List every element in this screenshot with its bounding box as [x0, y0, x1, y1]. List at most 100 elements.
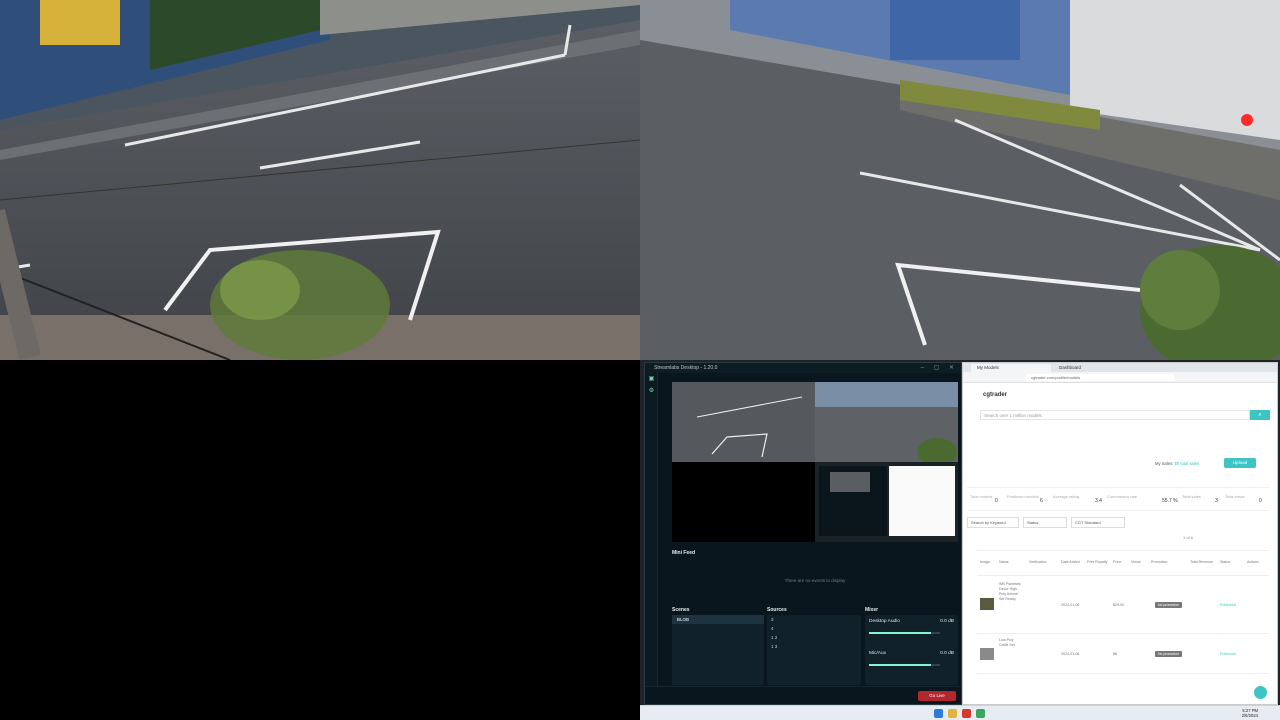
column-header[interactable]: Status	[1220, 560, 1230, 564]
column-header[interactable]: Promotion	[1151, 560, 1167, 564]
filters-row: Search by Keyword Status CGT Standard	[967, 517, 1267, 528]
volume-slider[interactable]	[869, 632, 940, 634]
browser-window: My Models Dashboard cgtrader.com/profile…	[962, 362, 1278, 705]
streamlabs-sidebar: ▣ ⚙	[645, 373, 658, 704]
mini-feed-empty: There are no events to display	[784, 578, 846, 583]
model-price: $8	[1113, 652, 1117, 656]
source-item[interactable]: 1 2	[767, 633, 861, 642]
license-filter-select[interactable]: CGT Standard	[1071, 517, 1125, 528]
mini-feed-title: Mini Feed	[672, 550, 696, 556]
promotion-badge[interactable]: No promotion	[1155, 651, 1183, 657]
status-filter-select[interactable]: Status	[1023, 517, 1067, 528]
sales-link[interactable]: $0 total sales	[1175, 461, 1200, 466]
column-header[interactable]: Date Added	[1061, 560, 1080, 564]
mixer-panel: Mixer Desktop Audio 0.0 dB Mic/Aux 0.0 d…	[865, 606, 958, 686]
model-status: Published	[1220, 603, 1236, 607]
model-name[interactable]: WB Planetary Decor High Poly Animal Set …	[999, 582, 1021, 602]
column-header[interactable]: Total Revenue	[1190, 560, 1213, 564]
browser-icon[interactable]	[962, 709, 971, 718]
promotion-badge[interactable]: No promotion	[1155, 602, 1183, 608]
settings-icon[interactable]: ⚙	[645, 385, 658, 397]
stats-bar: Total models 0 Published models 6 Averag…	[967, 487, 1269, 511]
model-thumbnail[interactable]	[980, 648, 994, 660]
window-controls[interactable]: – ▢ ✕	[921, 363, 958, 373]
stat-label: Average rating	[1053, 494, 1079, 499]
model-thumbnail[interactable]	[980, 598, 994, 610]
site-logo[interactable]: cgtrader	[983, 392, 1007, 398]
browser-tabs: My Models Dashboard	[963, 363, 1277, 372]
camera-feed-1	[0, 0, 640, 360]
url-field[interactable]: cgtrader.com/profile/models	[1025, 374, 1175, 381]
mixer-channel-db: 0.0 dB	[940, 619, 954, 624]
models-table-header: Image Name Verification Date Added Free …	[977, 550, 1269, 576]
stat-value: 6	[1040, 498, 1043, 504]
sources-title: Sources	[767, 607, 787, 613]
empty-feed	[0, 360, 640, 720]
clock-date: 2/6/2024	[1241, 713, 1258, 718]
search-input[interactable]: Search over 1 million models	[980, 410, 1250, 420]
scenes-panel: Scenes BLOB	[672, 606, 764, 686]
search-icon: ⌕	[1258, 412, 1262, 418]
sales-summary: My Sales: $0 total sales	[1155, 461, 1199, 466]
stat-value: 3.4	[1095, 498, 1102, 504]
stat-label: Total views	[1225, 494, 1245, 499]
stream-preview	[672, 382, 958, 542]
streamlabs-titlebar: Streamlabs Desktop - 1.20.0 – ▢ ✕	[645, 363, 961, 373]
stat-value: 55.7 %	[1162, 498, 1178, 504]
sources-panel: Sources 3 4 1 2 1 3	[767, 606, 861, 686]
taskbar: 5:27 PM 2/6/2024	[640, 705, 1280, 720]
go-live-button[interactable]: Go Live	[918, 691, 956, 701]
streamlabs-icon[interactable]	[976, 709, 985, 718]
scenes-title: Scenes	[672, 607, 690, 613]
source-item[interactable]: 1 3	[767, 642, 861, 651]
model-price: $29.00	[1113, 603, 1124, 607]
sales-prefix: My Sales:	[1155, 461, 1174, 466]
streamlabs-window: Streamlabs Desktop - 1.20.0 – ▢ ✕ ▣ ⚙ Mi…	[644, 362, 962, 705]
mixer-channel-name: Desktop Audio	[869, 619, 900, 624]
stat-value: 0	[1259, 498, 1262, 504]
stat-label: Total sales	[1182, 494, 1201, 499]
column-header: Actions	[1247, 560, 1259, 564]
mini-feed: Mini Feed There are no events to display	[672, 550, 958, 600]
source-item[interactable]: 3	[767, 615, 861, 624]
camera-feed-2	[640, 0, 1280, 360]
column-header: Image	[980, 560, 990, 564]
upload-button[interactable]: Upload	[1224, 458, 1256, 468]
mixer-channel-name: Mic/Aux	[869, 651, 887, 656]
column-header[interactable]: Name	[999, 560, 1009, 564]
column-header[interactable]: Views	[1131, 560, 1141, 564]
model-date: 2024-01-06	[1061, 603, 1080, 607]
browser-tab[interactable]: My Models	[971, 364, 1051, 372]
address-bar: cgtrader.com/profile/models	[963, 372, 1277, 383]
keyword-filter-input[interactable]: Search by Keyword	[967, 517, 1019, 528]
browser-tab[interactable]: Dashboard	[1053, 364, 1133, 372]
scene-item[interactable]: BLOB	[672, 615, 764, 624]
model-name[interactable]: Low Poly Cable Set	[999, 638, 1021, 648]
search-button[interactable]: ⌕	[1250, 410, 1270, 420]
column-header[interactable]: Verification	[1029, 560, 1047, 564]
screen-capture: Streamlabs Desktop - 1.20.0 – ▢ ✕ ▣ ⚙ Mi…	[640, 360, 1280, 720]
mixer-title: Mixer	[865, 607, 879, 613]
taskbar-clock[interactable]: 5:27 PM 2/6/2024	[1242, 708, 1258, 718]
column-header[interactable]: Free Royalty	[1087, 560, 1107, 564]
cgtrader-page: cgtrader Search over 1 million models ⌕ …	[963, 383, 1277, 704]
stat-label: Total models	[970, 494, 993, 499]
stat-label: Commission rate	[1107, 494, 1138, 499]
table-row[interactable]: WB Planetary Decor High Poly Animal Set …	[977, 576, 1269, 634]
mixer-channel-db: 0.0 dB	[940, 651, 954, 656]
stat-value: 0	[995, 498, 998, 504]
pagination: 1 of 6	[1183, 535, 1194, 540]
volume-slider[interactable]	[869, 664, 940, 666]
stat-value: 3	[1215, 498, 1218, 504]
explorer-icon[interactable]	[948, 709, 957, 718]
start-icon[interactable]	[934, 709, 943, 718]
streamlabs-footer: Go Live	[645, 686, 961, 704]
column-header[interactable]: Price	[1113, 560, 1121, 564]
model-date: 2024-01-06	[1061, 652, 1080, 656]
streamlabs-title: Streamlabs Desktop - 1.20.0	[654, 365, 718, 371]
stat-label: Published models	[1007, 494, 1039, 499]
source-item[interactable]: 4	[767, 624, 861, 633]
chat-bubble-icon[interactable]	[1254, 686, 1267, 699]
editor-icon[interactable]: ▣	[645, 373, 658, 385]
table-row[interactable]: Low Poly Cable Set 2024-01-06 $8 No prom…	[977, 634, 1269, 674]
